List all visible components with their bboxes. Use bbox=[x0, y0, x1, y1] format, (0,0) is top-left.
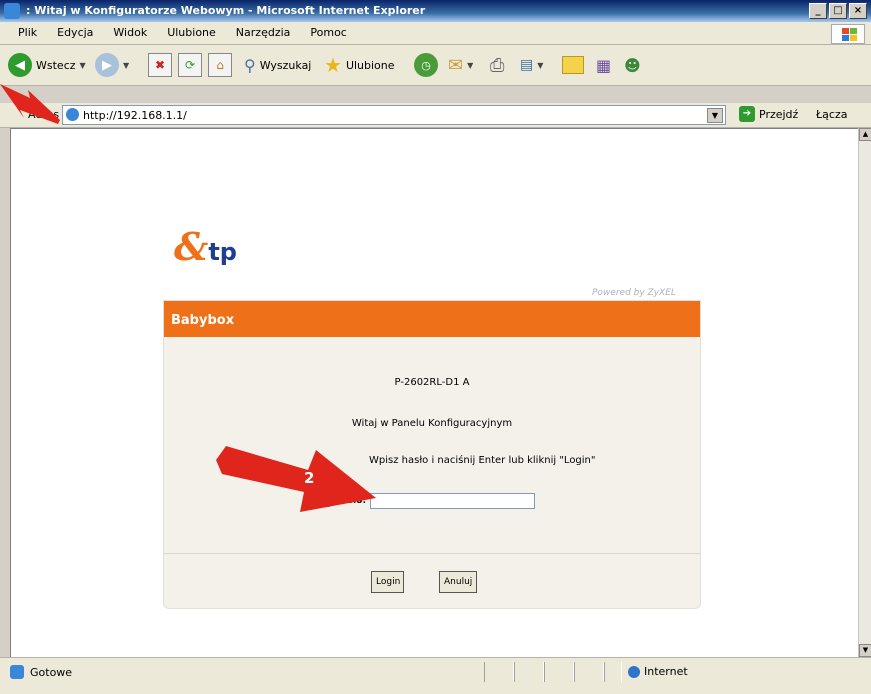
status-cell bbox=[544, 662, 574, 682]
status-cell bbox=[574, 662, 604, 682]
messenger-icon[interactable]: ☻ bbox=[624, 56, 641, 75]
windows-logo-icon bbox=[831, 24, 865, 44]
cancel-button[interactable]: Anuluj bbox=[439, 571, 477, 593]
go-label: Przejdź bbox=[759, 107, 799, 121]
ie-icon bbox=[4, 3, 20, 19]
refresh-icon[interactable]: ⟳ bbox=[178, 53, 202, 77]
favorites-button[interactable]: Ulubione bbox=[346, 59, 395, 72]
zone-label: Internet bbox=[644, 665, 688, 678]
toolbar: ◀ Wstecz ▼ ▶ ▼ ✖ ⟳ ⌂ ⚲ Wyszukaj ★ Ulubio… bbox=[0, 45, 871, 86]
home-icon[interactable]: ⌂ bbox=[208, 53, 232, 77]
password-input[interactable] bbox=[370, 493, 536, 509]
go-button[interactable]: ➔ Przejdź bbox=[739, 106, 798, 122]
menu-view[interactable]: Widok bbox=[113, 26, 147, 39]
status-text: Gotowe bbox=[30, 666, 73, 679]
back-button[interactable]: Wstecz bbox=[36, 59, 76, 72]
status-bar: Gotowe Internet bbox=[0, 657, 871, 694]
stop-icon[interactable]: ✖ bbox=[148, 53, 172, 77]
tp-logo: & tp bbox=[174, 224, 237, 269]
history-icon[interactable]: ◷ bbox=[414, 53, 438, 77]
login-button[interactable]: Login bbox=[371, 571, 404, 593]
mail-dropdown-icon[interactable]: ▼ bbox=[467, 61, 473, 70]
folder-icon[interactable] bbox=[562, 56, 584, 74]
edit-icon[interactable]: ▤ bbox=[520, 57, 533, 73]
mail-icon[interactable]: ✉ bbox=[448, 55, 463, 76]
forward-arrow-icon[interactable]: ▶ bbox=[95, 53, 119, 77]
page-icon bbox=[66, 108, 79, 121]
panel-title: Babybox bbox=[171, 313, 235, 328]
address-bar: Adres http://192.168.1.1/ ▼ ➔ Przejdź Łą… bbox=[0, 103, 871, 128]
title-bar: : Witaj w Konfiguratorze Webowym - Micro… bbox=[0, 0, 871, 22]
panel-divider bbox=[164, 553, 700, 554]
research-icon[interactable]: ▦ bbox=[596, 56, 611, 75]
search-icon[interactable]: ⚲ bbox=[244, 56, 256, 75]
print-icon[interactable]: ⎙ bbox=[490, 55, 504, 76]
logo-text: tp bbox=[208, 238, 237, 266]
login-instruction: Wpisz hasło i naciśnij Enter lub kliknij… bbox=[369, 455, 596, 466]
model-name: P-2602RL-D1 A bbox=[394, 377, 470, 388]
maximize-button[interactable]: □ bbox=[829, 3, 847, 19]
address-dropdown-icon[interactable]: ▼ bbox=[707, 108, 723, 123]
address-input[interactable]: http://192.168.1.1/ ▼ bbox=[62, 105, 726, 125]
status-cell bbox=[604, 662, 622, 682]
menu-favorites[interactable]: Ulubione bbox=[167, 26, 216, 39]
forward-dropdown-icon[interactable]: ▼ bbox=[123, 61, 129, 70]
globe-icon bbox=[628, 665, 640, 678]
status-cell bbox=[514, 662, 544, 682]
menu-help[interactable]: Pomoc bbox=[310, 26, 346, 39]
annotation-label-2: 2 bbox=[304, 469, 315, 487]
scroll-down-icon[interactable]: ▼ bbox=[859, 644, 871, 657]
annotation-arrow-1 bbox=[0, 84, 60, 124]
search-button[interactable]: Wyszukaj bbox=[260, 59, 312, 72]
welcome-text: Witaj w Panelu Konfiguracyjnym bbox=[351, 418, 513, 429]
edit-dropdown-icon[interactable]: ▼ bbox=[537, 61, 543, 70]
panel-header: Babybox bbox=[164, 301, 700, 337]
status-page-icon bbox=[10, 665, 24, 679]
menu-bar: Plik Edycja Widok Ulubione Narzędzia Pom… bbox=[0, 22, 871, 45]
back-arrow-icon[interactable]: ◀ bbox=[8, 53, 32, 77]
powered-by: Powered by ZyXEL bbox=[592, 288, 676, 298]
vertical-scrollbar[interactable]: ▲ ▼ bbox=[858, 128, 871, 657]
menu-file[interactable]: Plik bbox=[18, 26, 37, 39]
links-button[interactable]: Łącza bbox=[816, 108, 848, 121]
window-title: : Witaj w Konfiguratorze Webowym - Micro… bbox=[26, 4, 426, 17]
menu-edit[interactable]: Edycja bbox=[57, 26, 93, 39]
back-dropdown-icon[interactable]: ▼ bbox=[80, 61, 86, 70]
favorites-star-icon[interactable]: ★ bbox=[324, 53, 342, 77]
scroll-up-icon[interactable]: ▲ bbox=[859, 128, 871, 141]
status-cell bbox=[484, 662, 514, 682]
annotation-arrow-2 bbox=[216, 446, 376, 512]
address-url[interactable]: http://192.168.1.1/ bbox=[83, 109, 187, 122]
security-zone: Internet bbox=[628, 665, 688, 678]
menu-tools[interactable]: Narzędzia bbox=[236, 26, 291, 39]
logo-letter: & bbox=[174, 224, 209, 269]
close-button[interactable]: × bbox=[849, 3, 867, 19]
minimize-button[interactable]: _ bbox=[809, 3, 827, 19]
go-arrow-icon: ➔ bbox=[739, 106, 755, 122]
